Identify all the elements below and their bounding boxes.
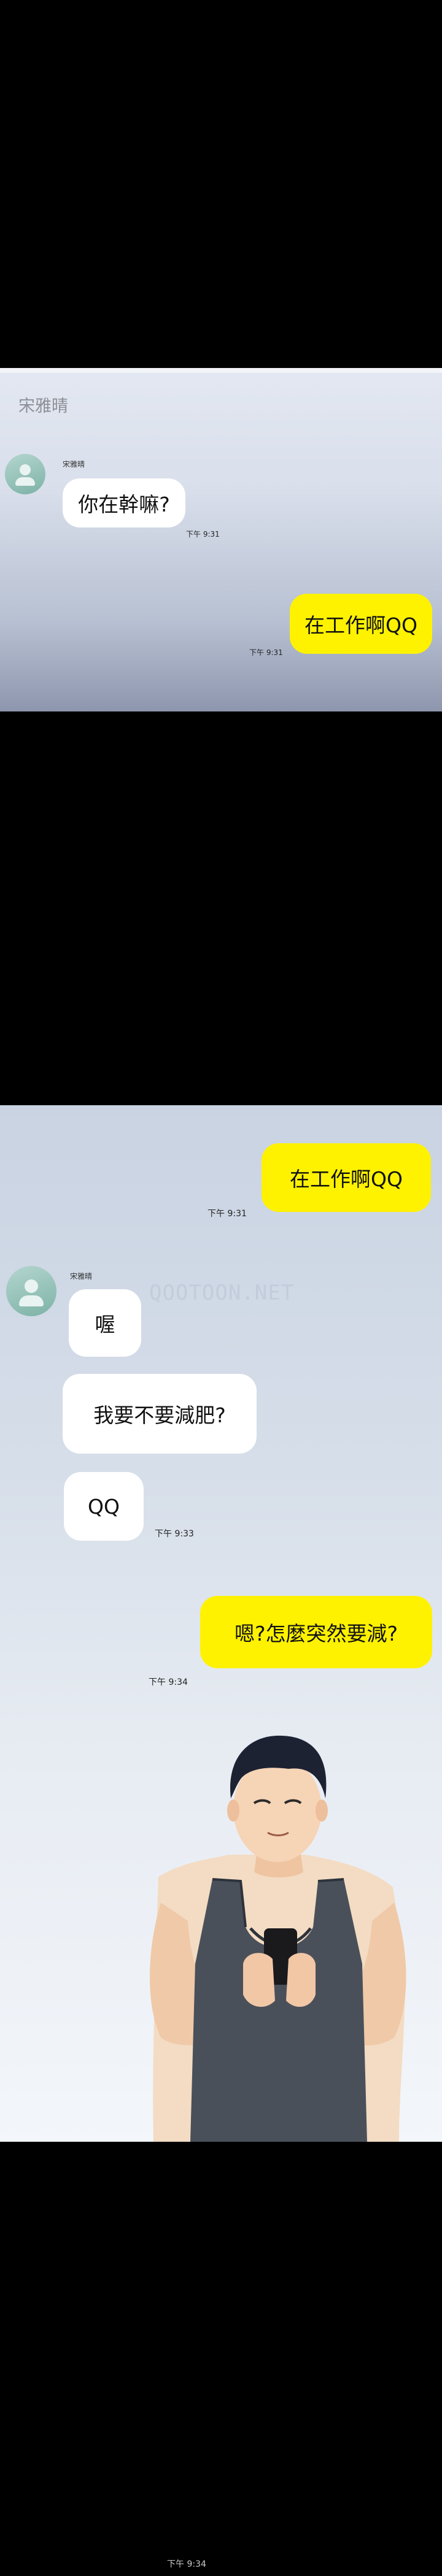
sender-name: 宋雅晴: [63, 460, 85, 469]
contact-name: 宋雅晴: [18, 397, 68, 416]
chat-panel-1: 宋雅晴 宋雅晴 你在幹嘛? 下午 9:31 在工作啊QQ 下午 9:31: [0, 368, 442, 711]
message-outgoing[interactable]: 在工作啊QQ: [290, 594, 432, 654]
message-time: 下午 9:34: [167, 2559, 206, 2569]
chat-panel-2: 在工作啊QQ 下午 9:31 宋雅晴 QOOTOON.NET 喔 我要不要減肥?…: [0, 1105, 442, 2142]
panel-top-edge: [0, 368, 442, 373]
man-with-phone-illustration: [150, 1735, 406, 2142]
message-incoming[interactable]: 你在幹嘛?: [63, 478, 185, 527]
message-time: 下午 9:31: [249, 648, 283, 657]
message-time: 下午 9:31: [186, 530, 220, 539]
user-avatar-icon[interactable]: [5, 454, 45, 494]
